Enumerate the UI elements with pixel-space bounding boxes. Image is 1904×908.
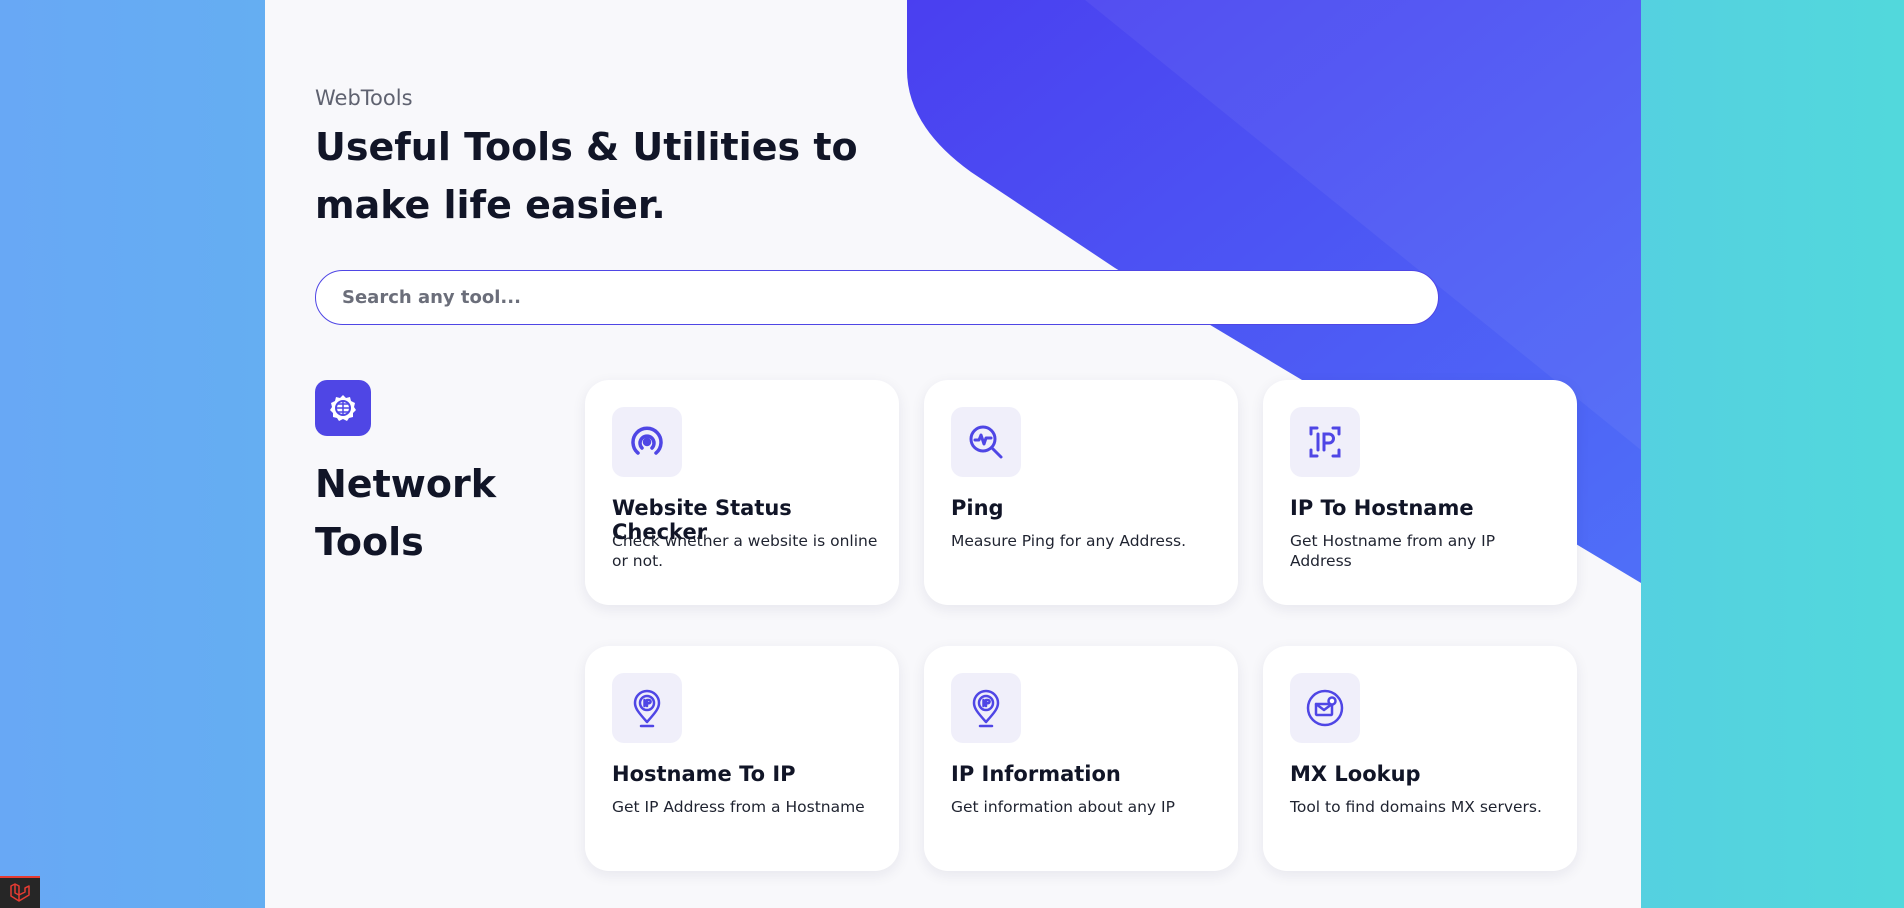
tool-description: Measure Ping for any Address.: [951, 532, 1187, 550]
globe-gear-icon: [315, 380, 371, 436]
category-title: Network Tools: [315, 462, 496, 564]
mail-globe-icon: [1290, 673, 1360, 743]
tool-title: Ping: [951, 496, 1004, 520]
tool-description: Get IP Address from a Hostname: [612, 798, 865, 816]
ip-pin-icon: [951, 673, 1021, 743]
main-panel: WebTools Useful Tools & Utilities to mak…: [265, 0, 1641, 908]
tool-description: Tool to find domains MX servers.: [1290, 798, 1542, 816]
tool-card-ip-information[interactable]: IP Information Get information about any…: [924, 646, 1238, 871]
broadcast-icon: [612, 407, 682, 477]
tool-card-mx-lookup[interactable]: MX Lookup Tool to find domains MX server…: [1263, 646, 1577, 871]
search-input[interactable]: [315, 270, 1439, 325]
tool-description: Check whether a website is online or not…: [612, 532, 878, 570]
ip-pin-icon: [612, 673, 682, 743]
tool-card-website-status[interactable]: Website Status Checker Check whether a w…: [585, 380, 899, 605]
page-headline: Useful Tools & Utilities to make life ea…: [315, 125, 858, 227]
tool-title: IP Information: [951, 762, 1121, 786]
tool-card-hostname-to-ip[interactable]: Hostname To IP Get IP Address from a Hos…: [585, 646, 899, 871]
tool-card-ip-to-hostname[interactable]: IP To Hostname Get Hostname from any IP …: [1263, 380, 1577, 605]
brand-label: WebTools: [315, 86, 413, 110]
ip-scan-icon: [1290, 407, 1360, 477]
tool-title: Hostname To IP: [612, 762, 796, 786]
laravel-logo-icon[interactable]: [0, 876, 40, 908]
tool-card-ping[interactable]: Ping Measure Ping for any Address.: [924, 380, 1238, 605]
tool-description: Get information about any IP: [951, 798, 1175, 816]
tool-title: IP To Hostname: [1290, 496, 1474, 520]
search-pulse-icon: [951, 407, 1021, 477]
tool-title: MX Lookup: [1290, 762, 1421, 786]
tool-description: Get Hostname from any IP Address: [1290, 532, 1496, 570]
